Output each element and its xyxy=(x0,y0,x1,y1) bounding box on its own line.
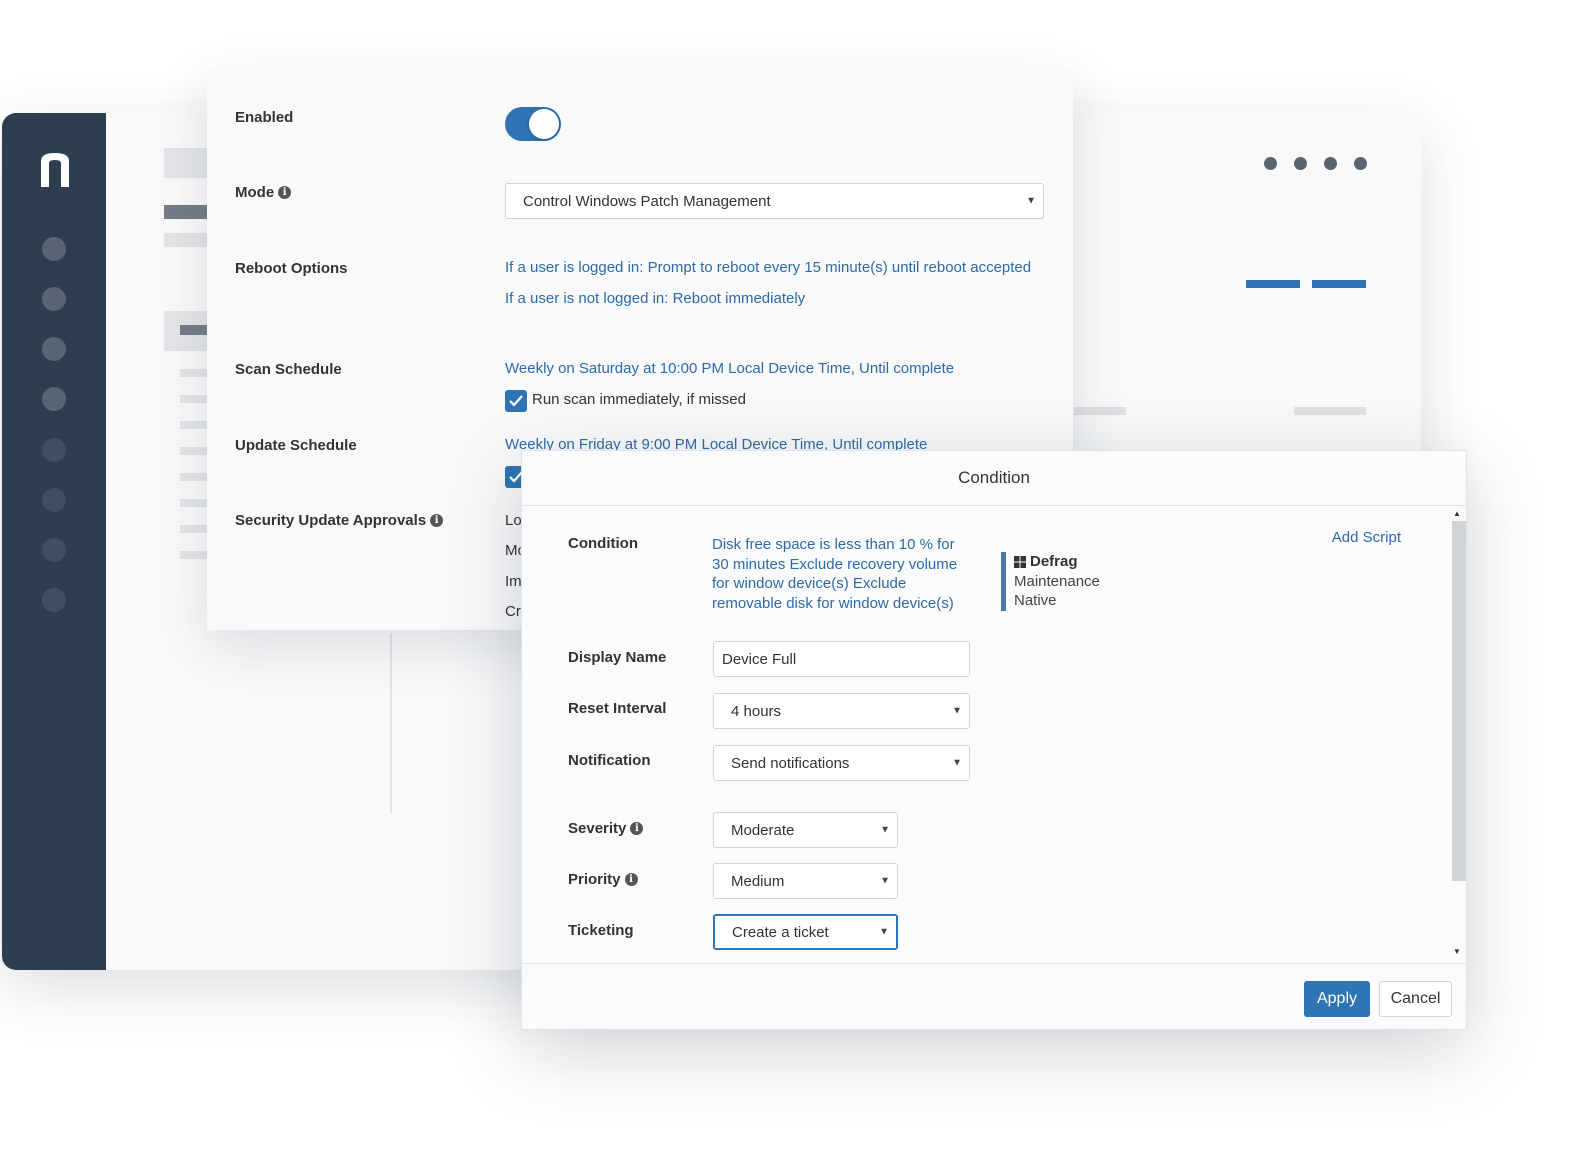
more-options-icon[interactable] xyxy=(1264,157,1367,170)
display-name-label: Display Name xyxy=(568,649,667,666)
chevron-down-icon: ▼ xyxy=(880,875,890,887)
notification-label: Notification xyxy=(568,752,651,769)
n-logo-icon[interactable] xyxy=(38,149,72,189)
add-script-link[interactable]: Add Script xyxy=(1332,529,1401,546)
approval-row: Im xyxy=(505,573,522,590)
dialog-scrollbar[interactable]: ▲ ▼ xyxy=(1448,509,1466,961)
enabled-label: Enabled xyxy=(235,109,294,126)
approval-row: Lo xyxy=(505,512,522,529)
nav-item-icon[interactable] xyxy=(42,337,66,361)
cancel-button[interactable]: Cancel xyxy=(1379,981,1452,1017)
chevron-down-icon: ▼ xyxy=(952,757,962,769)
priority-select[interactable]: Medium ▼ xyxy=(713,863,898,899)
run-scan-checkbox[interactable] xyxy=(505,390,527,412)
ticketing-label: Ticketing xyxy=(568,922,634,939)
script-name: Defrag xyxy=(1030,553,1078,570)
scan-schedule-link[interactable]: Weekly on Saturday at 10:00 PM Local Dev… xyxy=(505,360,954,377)
info-icon[interactable]: i xyxy=(630,822,644,835)
display-name-input[interactable]: Device Full xyxy=(713,641,970,677)
nav-item-icon[interactable] xyxy=(42,287,66,311)
placeholder-accent xyxy=(1246,280,1300,288)
nav-item-icon[interactable] xyxy=(42,387,66,411)
condition-link[interactable]: Disk free space is less than 10 % for 30… xyxy=(712,535,972,613)
reboot-options-label: Reboot Options xyxy=(235,260,348,277)
script-card[interactable]: Defrag Maintenance Native xyxy=(1001,552,1100,611)
info-icon[interactable]: i xyxy=(278,186,292,199)
app-sidebar xyxy=(2,113,106,970)
security-approvals-label: Security Update Approvals i xyxy=(235,512,444,529)
placeholder-bar xyxy=(1074,407,1126,415)
reboot-not-logged-in-link[interactable]: If a user is not logged in: Reboot immed… xyxy=(505,290,805,307)
nav-item-icon[interactable] xyxy=(42,538,66,562)
condition-label: Condition xyxy=(568,535,638,552)
windows-icon xyxy=(1014,555,1026,568)
update-schedule-label: Update Schedule xyxy=(235,437,357,454)
ticketing-select[interactable]: Create a ticket ▼ xyxy=(713,914,898,950)
scroll-down-icon[interactable]: ▼ xyxy=(1453,947,1461,956)
mode-select[interactable]: Control Windows Patch Management ▼ xyxy=(505,183,1044,219)
severity-select[interactable]: Moderate ▼ xyxy=(713,812,898,848)
divider xyxy=(390,633,392,813)
apply-button[interactable]: Apply xyxy=(1304,981,1370,1017)
notification-select[interactable]: Send notifications ▼ xyxy=(713,745,970,781)
reset-interval-select[interactable]: 4 hours ▼ xyxy=(713,693,970,729)
script-category: Maintenance xyxy=(1014,572,1100,590)
nav-item-icon[interactable] xyxy=(42,488,66,512)
scrollbar-thumb[interactable] xyxy=(1452,521,1466,881)
scroll-up-icon[interactable]: ▲ xyxy=(1453,509,1461,518)
chevron-down-icon: ▼ xyxy=(1026,195,1036,207)
info-icon[interactable]: i xyxy=(430,514,444,527)
run-scan-label: Run scan immediately, if missed xyxy=(532,391,746,408)
reboot-logged-in-link[interactable]: If a user is logged in: Prompt to reboot… xyxy=(505,259,1031,276)
mode-label: Mode i xyxy=(235,184,292,201)
nav-item-icon[interactable] xyxy=(42,588,66,612)
approval-row: Cr xyxy=(505,603,521,620)
severity-label: Severity i xyxy=(568,820,644,837)
chevron-down-icon: ▼ xyxy=(879,926,889,938)
script-type: Native xyxy=(1014,592,1057,609)
dialog-footer: Apply Cancel xyxy=(522,963,1466,1031)
placeholder-accent xyxy=(1312,280,1366,288)
reset-interval-label: Reset Interval xyxy=(568,700,667,717)
dialog-title: Condition xyxy=(522,451,1466,506)
info-icon[interactable]: i xyxy=(624,873,638,886)
condition-dialog: Condition Condition Disk free space is l… xyxy=(521,450,1467,1030)
nav-item-icon[interactable] xyxy=(42,237,66,261)
scan-schedule-label: Scan Schedule xyxy=(235,361,342,378)
nav-item-icon[interactable] xyxy=(42,438,66,462)
chevron-down-icon: ▼ xyxy=(952,705,962,717)
placeholder-bar xyxy=(1294,407,1366,415)
enabled-toggle[interactable] xyxy=(505,107,561,141)
priority-label: Priority i xyxy=(568,871,638,888)
chevron-down-icon: ▼ xyxy=(880,824,890,836)
checkmark-icon xyxy=(509,395,523,407)
